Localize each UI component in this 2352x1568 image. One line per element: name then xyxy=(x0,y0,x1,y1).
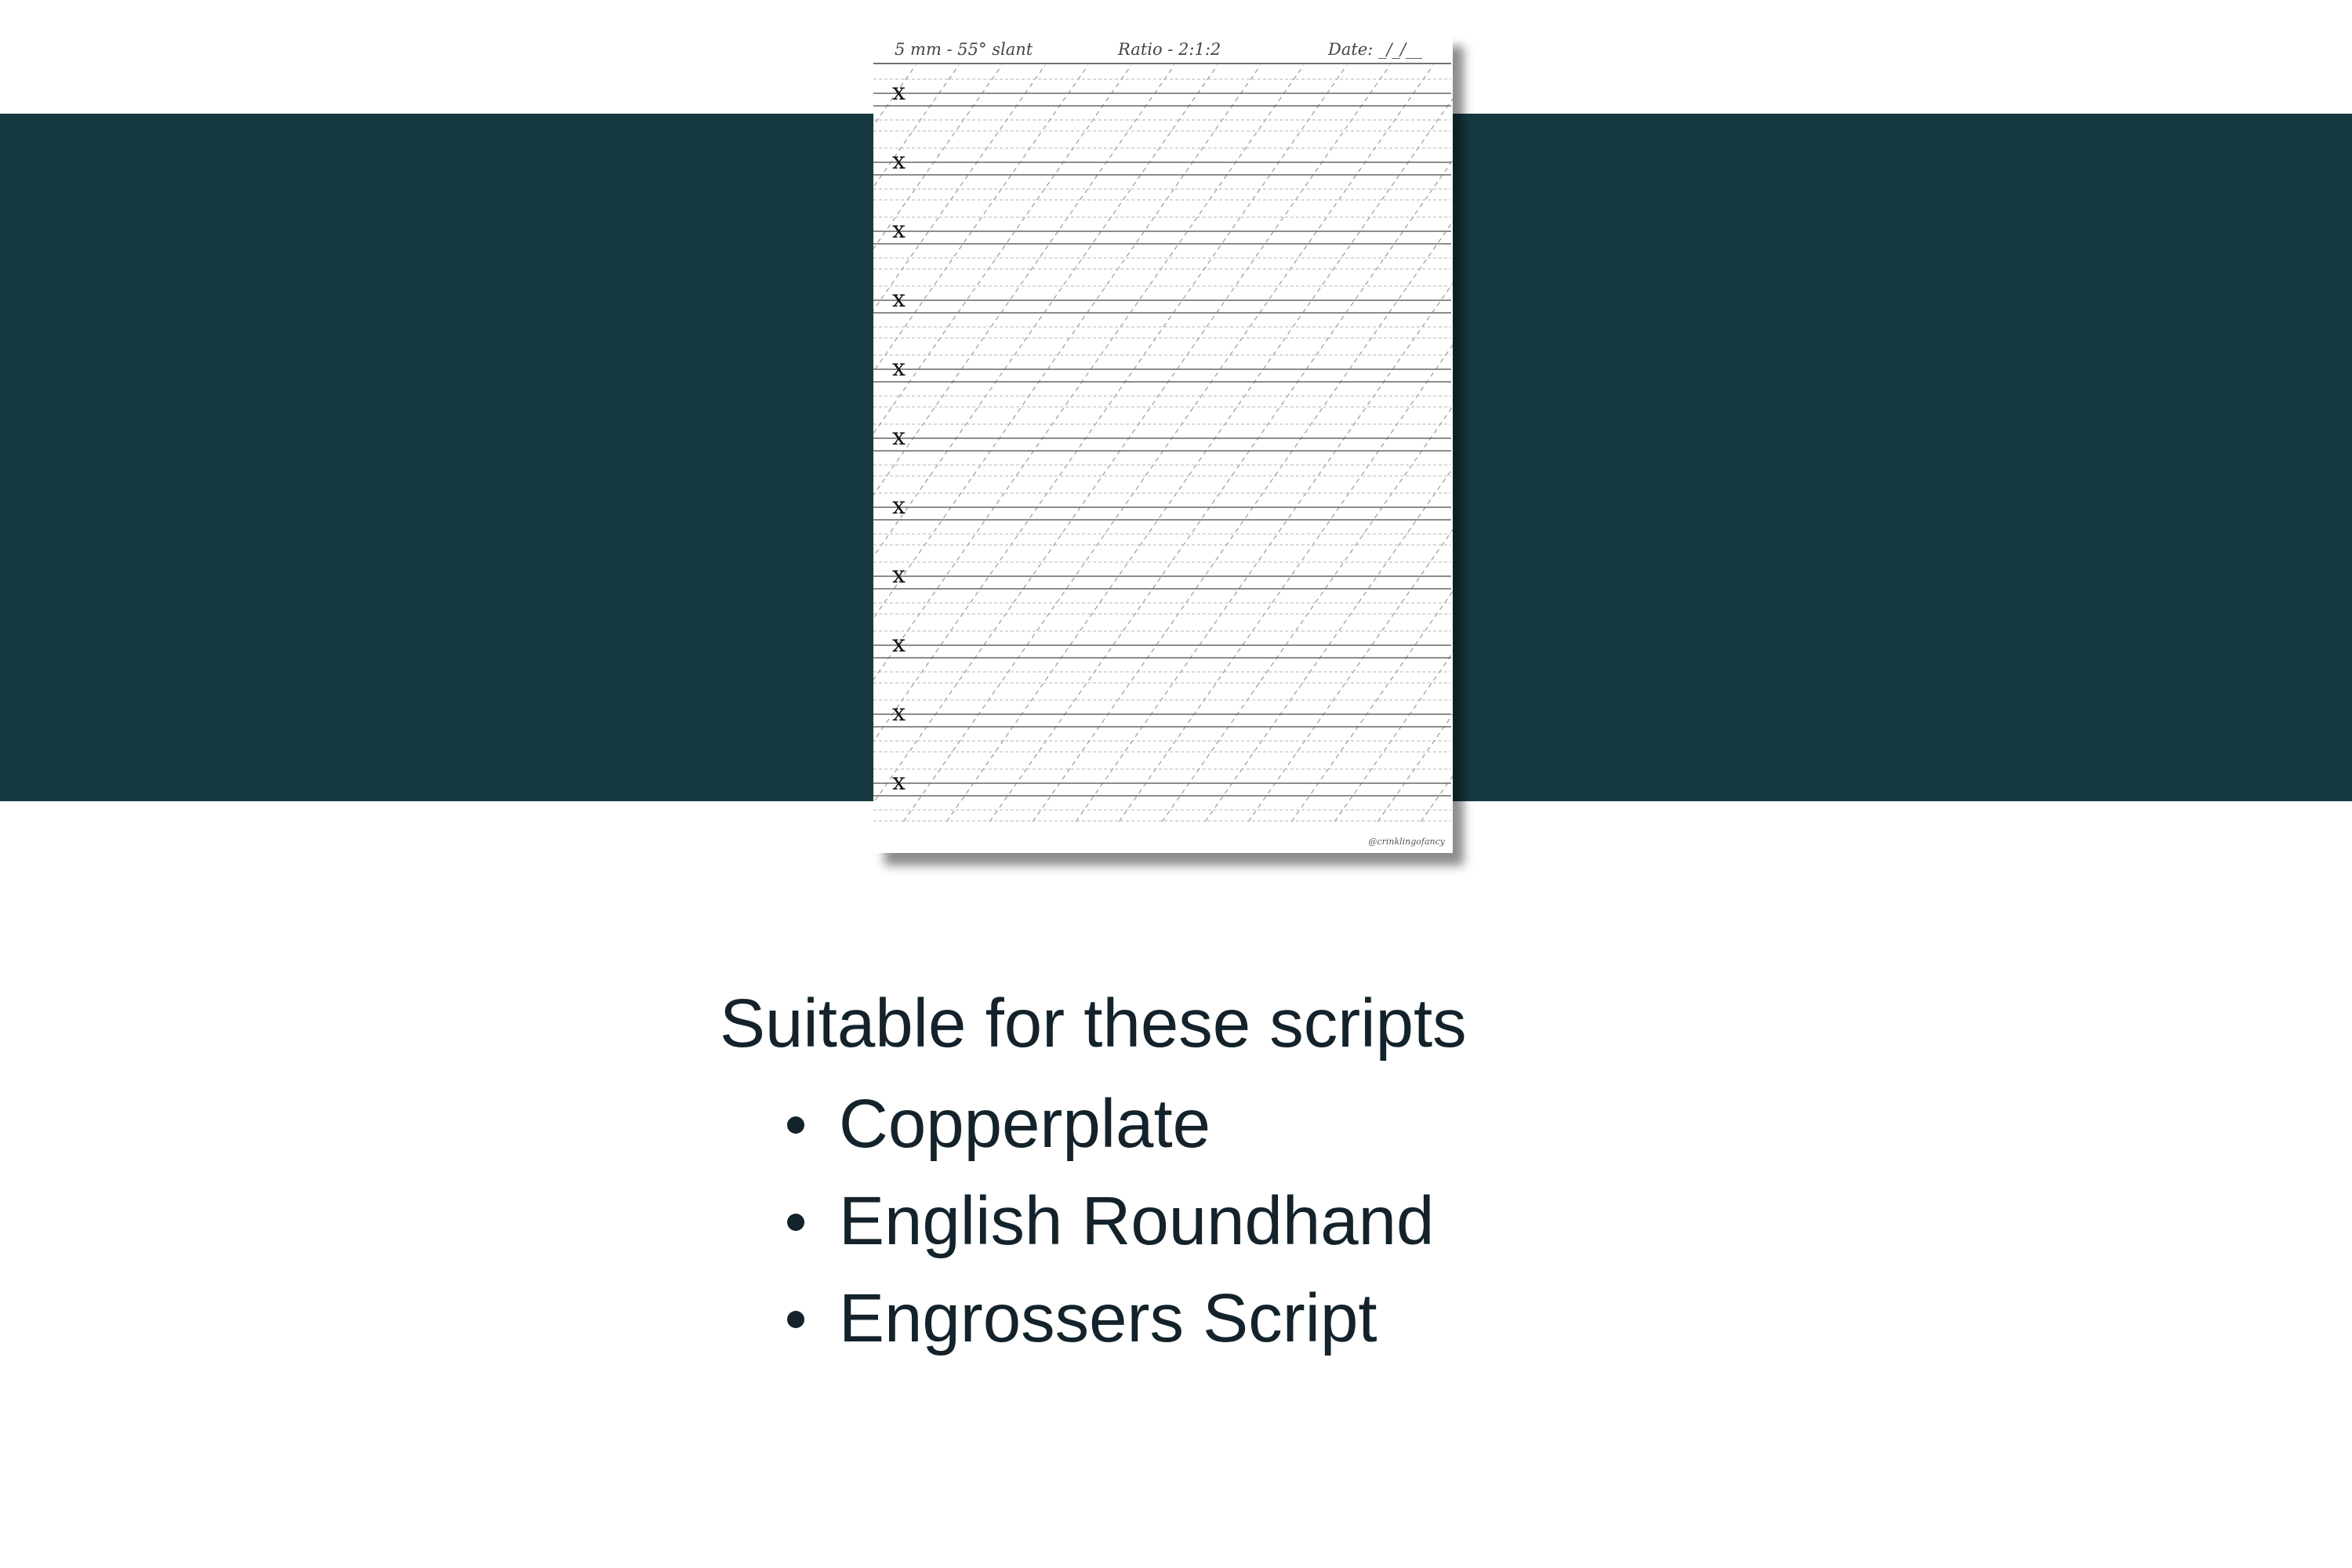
slant-guide xyxy=(1420,775,1453,822)
slant-guide xyxy=(902,64,1434,822)
watermark: @crinklingofancy xyxy=(1368,837,1445,847)
row-marker: x xyxy=(892,699,906,727)
slant-guide xyxy=(873,64,1175,496)
list-item: English Roundhand xyxy=(720,1173,1467,1270)
row-marker: x xyxy=(892,78,906,106)
scripts-list: Copperplate English Roundhand Engrossers… xyxy=(720,1076,1467,1367)
row-marker: x xyxy=(892,492,906,520)
list-item: Copperplate xyxy=(720,1076,1467,1173)
slant-guide xyxy=(873,64,1132,434)
slant-guide xyxy=(873,64,1089,373)
bullet-icon xyxy=(787,1311,804,1328)
sheet-spec-label: 5 mm - 55° slant xyxy=(895,40,1033,59)
slant-guide xyxy=(873,64,1261,619)
slant-guide xyxy=(1075,282,1453,822)
sheet-ratio-label: Ratio - 2:1:2 xyxy=(1118,40,1221,59)
bullet-icon xyxy=(787,1214,804,1231)
slant-guide xyxy=(1118,343,1453,822)
slant-guide xyxy=(1161,405,1453,822)
row-marker: x xyxy=(892,147,906,175)
slant-guide xyxy=(873,64,1391,804)
script-name: Copperplate xyxy=(839,1086,1210,1162)
scripts-section: Suitable for these scripts Copperplate E… xyxy=(720,985,1467,1367)
slant-guide xyxy=(873,64,1348,742)
list-item: Engrossers Script xyxy=(720,1270,1467,1367)
row-marker: x xyxy=(892,768,906,796)
script-name: Engrossers Script xyxy=(839,1280,1377,1356)
guide-lines xyxy=(873,63,1453,822)
row-marker: x xyxy=(892,354,906,382)
slant-guide xyxy=(1247,528,1453,822)
bullet-icon xyxy=(787,1116,804,1134)
practice-sheet: 5 mm - 55° slant Ratio - 2:1:2 Date: _/_… xyxy=(873,34,1453,853)
slant-guide xyxy=(1377,713,1453,822)
row-marker: x xyxy=(892,216,906,244)
slant-guide xyxy=(1290,590,1453,822)
row-marker: x xyxy=(892,285,906,313)
slant-guide xyxy=(873,64,960,188)
slant-guide xyxy=(1334,652,1453,822)
slant-guide xyxy=(989,159,1453,822)
sheet-date-label: Date: _/_/__ xyxy=(1328,40,1423,59)
slant-guide xyxy=(873,64,1305,681)
slant-guide xyxy=(873,64,1218,557)
row-marker: x xyxy=(892,561,906,589)
slant-guide xyxy=(946,97,1453,822)
section-heading: Suitable for these scripts xyxy=(720,985,1467,1062)
script-name: English Roundhand xyxy=(839,1183,1435,1259)
slant-guide xyxy=(1032,220,1453,822)
row-marker: x xyxy=(892,423,906,451)
row-marker: x xyxy=(892,630,906,658)
slant-guide xyxy=(1204,467,1453,822)
